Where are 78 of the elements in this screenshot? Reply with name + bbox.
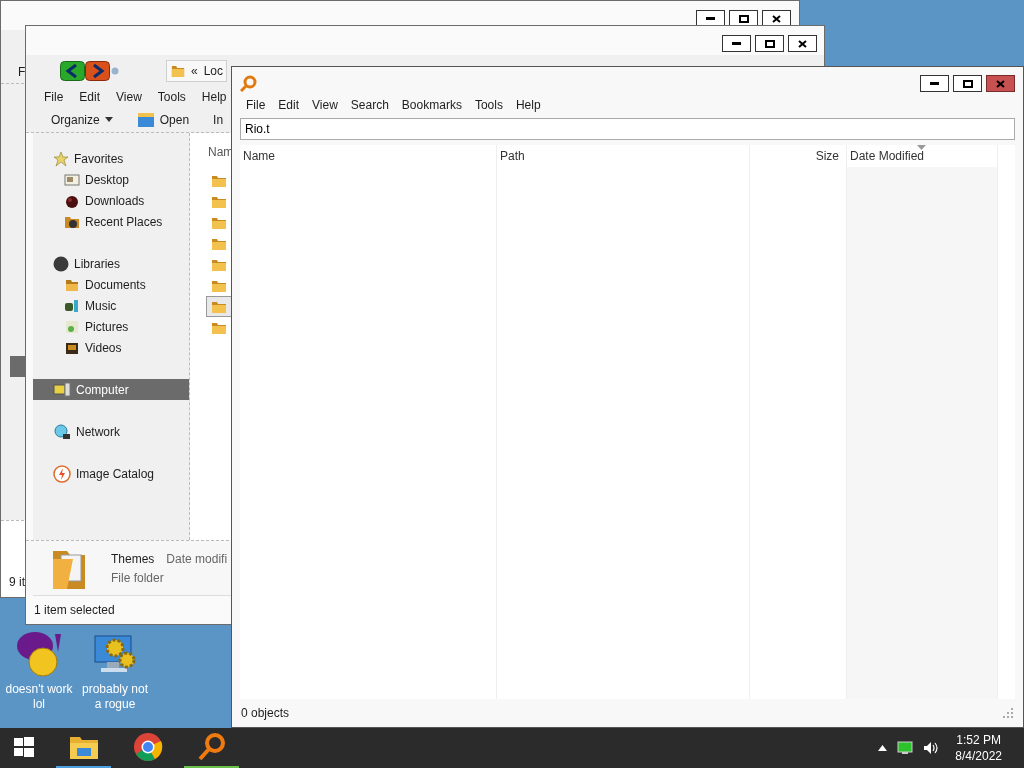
back-button[interactable] bbox=[60, 61, 85, 81]
status-text: 0 objects bbox=[241, 706, 290, 720]
forward-button[interactable] bbox=[85, 61, 110, 81]
sidebar-item[interactable]: Videos bbox=[33, 337, 189, 358]
status-text: 9 it bbox=[9, 575, 25, 589]
sidebar-item[interactable]: Documents bbox=[33, 274, 189, 295]
globe-icon bbox=[53, 423, 71, 440]
music-icon bbox=[64, 297, 80, 314]
menu-item[interactable]: File bbox=[246, 98, 266, 112]
toolbar-button[interactable]: Open bbox=[136, 111, 190, 128]
sort-arrow-icon bbox=[917, 145, 926, 150]
windows-logo-icon bbox=[13, 737, 34, 757]
minimize-icon bbox=[930, 82, 939, 85]
folder-icon bbox=[68, 734, 99, 760]
browser-icon bbox=[132, 732, 163, 762]
sidebar-item[interactable]: Computer bbox=[33, 379, 189, 400]
minimize-button[interactable] bbox=[722, 35, 751, 52]
icon-label: doesn't work lol bbox=[4, 682, 74, 712]
file-type: File folder bbox=[111, 570, 165, 585]
menu-item[interactable]: Edit bbox=[278, 98, 300, 112]
bubble-icon[interactable] bbox=[15, 630, 63, 678]
window-icon bbox=[136, 111, 155, 128]
minimize-icon bbox=[732, 42, 741, 45]
speaker-icon[interactable] bbox=[923, 741, 940, 755]
sidebar-item[interactable]: Favorites bbox=[33, 148, 189, 169]
search-icon bbox=[196, 732, 227, 762]
menu-item[interactable]: Search bbox=[350, 98, 389, 112]
menu-item[interactable]: File bbox=[44, 90, 64, 104]
menu-item[interactable]: F bbox=[18, 65, 26, 79]
dot-icon[interactable] bbox=[110, 66, 120, 76]
menu-item[interactable]: Edit bbox=[79, 90, 101, 104]
sidebar-item[interactable]: Recent Places bbox=[33, 211, 189, 232]
minimize-icon bbox=[706, 17, 715, 20]
circle-icon bbox=[53, 255, 69, 272]
toolbar-button[interactable]: Organize bbox=[51, 112, 113, 127]
close-icon bbox=[996, 79, 1005, 88]
icon-label: probably not a rogue bbox=[80, 682, 149, 712]
sidebar-item[interactable]: Desktop bbox=[33, 169, 189, 190]
maximize-icon bbox=[962, 79, 973, 88]
caret-icon bbox=[104, 117, 113, 122]
file-name: Themes bbox=[111, 551, 155, 566]
clock[interactable]: 1:52 PM 8/4/2022 bbox=[955, 732, 1002, 764]
computer-icon bbox=[53, 381, 71, 398]
sidebar-item[interactable]: Pictures bbox=[33, 316, 189, 337]
sidebar-item[interactable]: Libraries bbox=[33, 253, 189, 274]
menu-item[interactable]: Bookmarks bbox=[401, 98, 462, 112]
up-caret-icon[interactable] bbox=[878, 745, 888, 751]
address-bar[interactable]: « Loc bbox=[166, 60, 227, 82]
toolbar-button[interactable]: In bbox=[213, 112, 224, 127]
search-icon bbox=[240, 75, 257, 92]
star-icon bbox=[53, 150, 69, 167]
sidebar-item[interactable]: Music bbox=[33, 295, 189, 316]
property-label: Date modifi bbox=[166, 551, 228, 566]
menu-item[interactable]: Help bbox=[515, 98, 541, 112]
menu-item[interactable]: View bbox=[116, 90, 142, 104]
picture-icon bbox=[64, 171, 80, 188]
sidebar-item[interactable]: Image Catalog bbox=[33, 463, 189, 484]
lightning-icon bbox=[53, 464, 71, 483]
close-icon bbox=[798, 39, 807, 48]
sidebar-item[interactable]: Network bbox=[33, 421, 189, 442]
maximize-button[interactable] bbox=[953, 75, 982, 92]
close-button[interactable] bbox=[788, 35, 817, 52]
menu-item[interactable]: View bbox=[312, 98, 338, 112]
menu-item[interactable]: Tools bbox=[157, 90, 186, 104]
picture-icon bbox=[64, 318, 80, 335]
menu-item[interactable]: Help bbox=[201, 90, 227, 104]
sidebar-item[interactable]: Downloads bbox=[33, 190, 189, 211]
status-text: 1 item selected bbox=[34, 603, 115, 617]
maximize-icon bbox=[738, 14, 749, 23]
monitor-icon[interactable] bbox=[897, 741, 914, 755]
minimize-button[interactable] bbox=[920, 75, 949, 92]
resize-grip-icon[interactable] bbox=[1003, 708, 1013, 718]
close-icon bbox=[772, 14, 781, 23]
search-field[interactable]: Rio.t bbox=[240, 118, 1015, 140]
maximize-icon bbox=[764, 39, 775, 48]
folder-icon bbox=[171, 63, 185, 79]
menu-item[interactable]: Tools bbox=[474, 98, 503, 112]
maximize-button[interactable] bbox=[755, 35, 784, 52]
